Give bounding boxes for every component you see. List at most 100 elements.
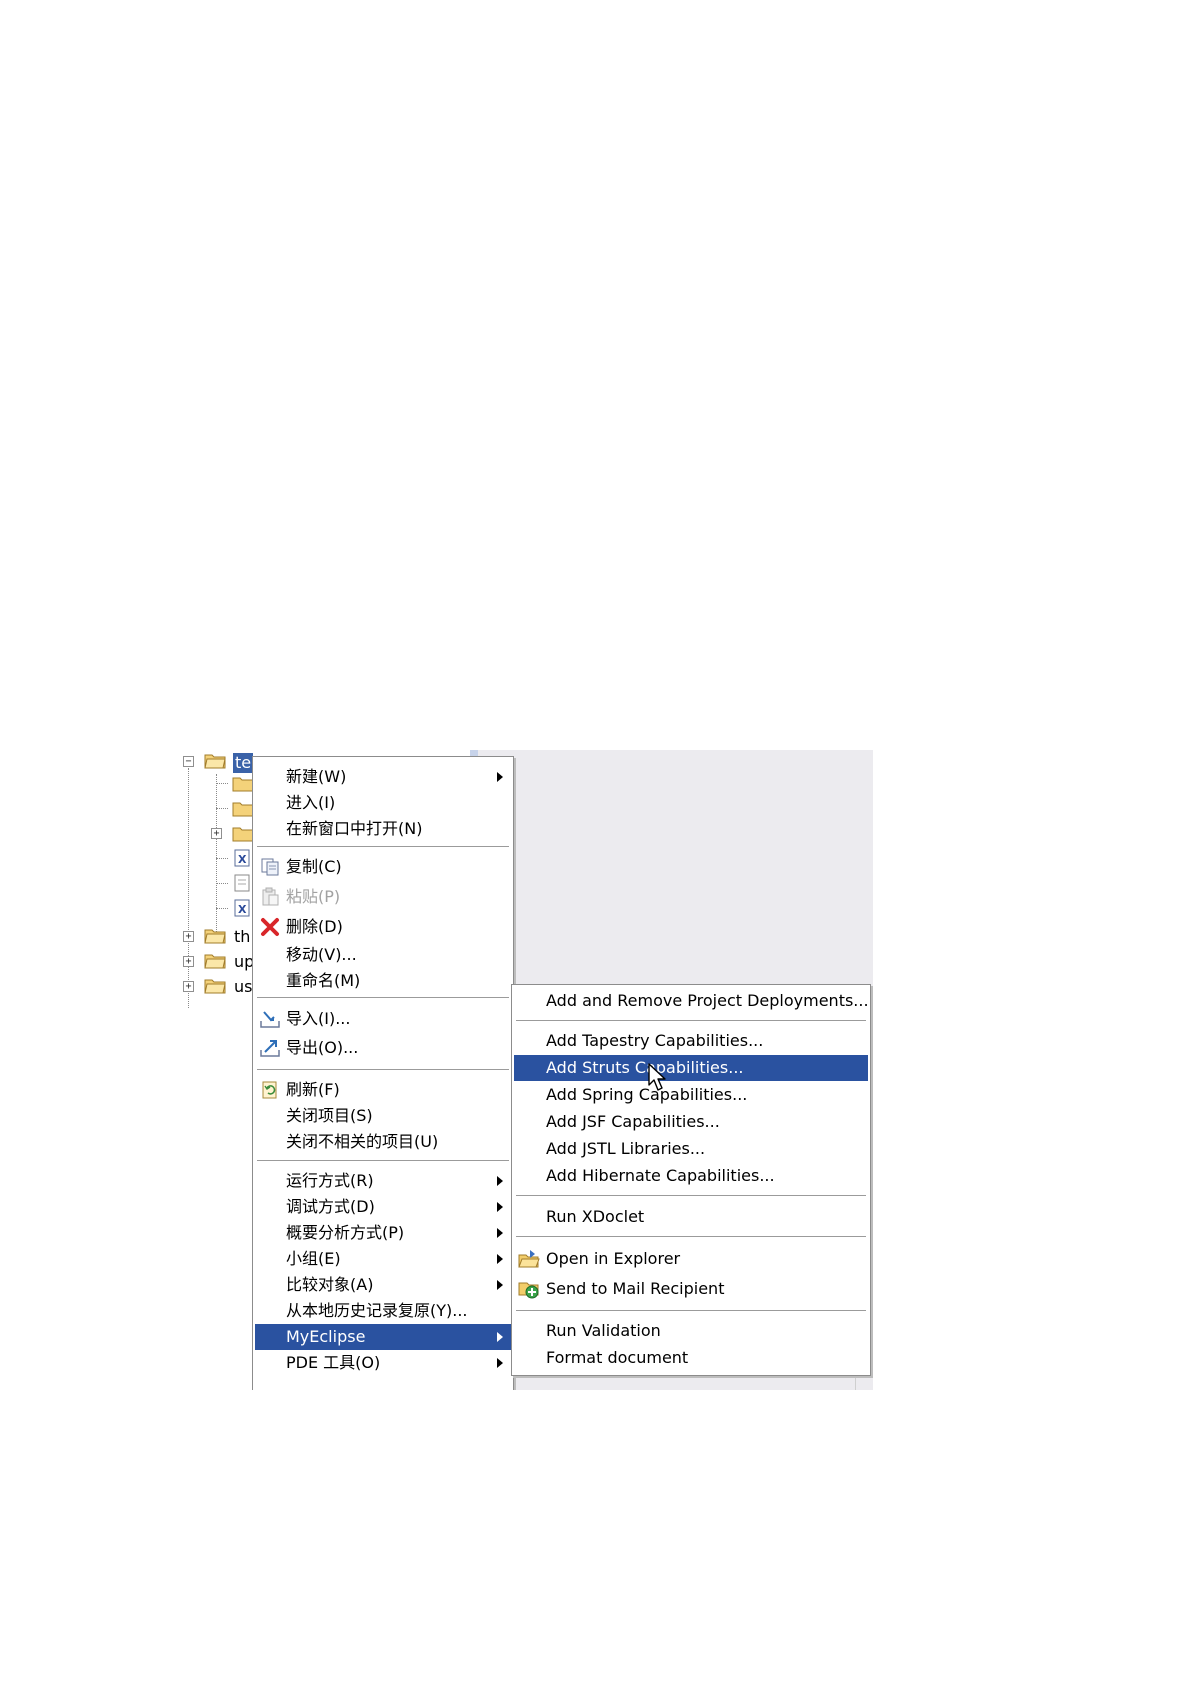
menu-item-open-in-new-window[interactable]: 在新窗口中打开(N) [255,816,511,842]
tree-connector [216,858,228,859]
menu-item-refresh[interactable]: 刷新(F) [255,1077,511,1103]
copy-icon [261,858,279,876]
expand-icon[interactable]: + [183,931,194,942]
project-folder-icon [204,754,226,769]
tree-guide-line [216,774,217,934]
menu-separator [516,1020,866,1022]
menu-item-restore-from-local-history[interactable]: 从本地历史记录复原(Y)... [255,1298,511,1324]
collapse-icon[interactable]: − [183,756,194,767]
submenu-item-add-hibernate[interactable]: Add Hibernate Capabilities... [514,1163,868,1189]
mouse-cursor-icon [648,1063,666,1091]
menu-item-close-project[interactable]: 关闭项目(S) [255,1103,511,1129]
menu-item-label: 导入(I)... [286,1009,351,1028]
menu-item-label: Add and Remove Project Deployments... [546,991,869,1010]
menu-item-myeclipse[interactable]: MyEclipse [255,1324,511,1350]
submenu-item-add-spring[interactable]: Add Spring Capabilities... [514,1082,868,1108]
menu-item-label: 概要分析方式(P) [286,1223,405,1242]
menu-item-label: Run XDoclet [546,1207,645,1226]
menu-item-paste[interactable]: 粘贴(P) [255,884,511,910]
folder-icon [232,802,254,817]
menu-item-label: Add JSF Capabilities... [546,1112,720,1131]
context-menu: 新建(W) 进入(I) 在新窗口中打开(N) 复制(C) 粘贴(P) 删除(D)… [252,756,514,1390]
submenu-item-send-to-mail[interactable]: Send to Mail Recipient [514,1276,868,1302]
menu-item-label: Send to Mail Recipient [546,1279,725,1298]
menu-item-label: 刷新(F) [286,1080,340,1099]
menu-item-label: Run Validation [546,1321,661,1340]
menu-item-compare-with[interactable]: 比较对象(A) [255,1272,511,1298]
menu-item-label: Open in Explorer [546,1249,681,1268]
menu-item-label: 小组(E) [286,1249,341,1268]
expand-icon[interactable]: + [183,956,194,967]
submenu-arrow-icon [497,1176,503,1186]
tree-connector [216,883,228,884]
menu-separator [257,1069,509,1071]
menu-item-label: 调试方式(D) [286,1197,375,1216]
menu-item-team[interactable]: 小组(E) [255,1246,511,1272]
folder-icon [232,777,254,792]
myeclipse-submenu: Add and Remove Project Deployments... Ad… [511,984,871,1376]
mail-recipient-icon [518,1282,539,1299]
menu-item-label: Add JSTL Libraries... [546,1139,706,1158]
package-explorer-tree: − te + X X + th + up + us [178,750,258,1010]
menu-item-export[interactable]: 导出(O)... [255,1035,511,1061]
submenu-item-run-validation[interactable]: Run Validation [514,1318,868,1344]
submenu-item-format-document[interactable]: Format document [514,1345,868,1371]
open-folder-icon [518,1250,540,1268]
tree-project-label[interactable]: th [234,927,250,947]
menu-separator [516,1310,866,1312]
menu-item-close-unrelated-projects[interactable]: 关闭不相关的项目(U) [255,1129,511,1155]
menu-item-label: 删除(D) [286,917,343,936]
submenu-item-open-in-explorer[interactable]: Open in Explorer [514,1246,868,1272]
menu-item-label: 关闭项目(S) [286,1106,373,1125]
folder-icon [232,827,254,842]
menu-separator [257,1160,509,1162]
submenu-arrow-icon [497,772,503,782]
tree-connector [216,808,228,809]
menu-item-label: 在新窗口中打开(N) [286,819,423,838]
svg-text:X: X [238,903,247,916]
menu-item-move[interactable]: 移动(V)... [255,942,511,968]
menu-item-label: 新建(W) [286,767,347,786]
submenu-item-add-jsf[interactable]: Add JSF Capabilities... [514,1109,868,1135]
menu-item-label: MyEclipse [286,1327,366,1346]
menu-item-label: 移动(V)... [286,945,357,964]
submenu-arrow-icon [497,1254,503,1264]
submenu-item-add-jstl[interactable]: Add JSTL Libraries... [514,1136,868,1162]
menu-item-label: Add Struts Capabilities... [546,1058,744,1077]
submenu-arrow-icon [497,1332,503,1342]
delete-icon [261,918,279,936]
submenu-item-run-xdoclet[interactable]: Run XDoclet [514,1204,868,1230]
menu-item-rename[interactable]: 重命名(M) [255,968,511,994]
menu-item-pde-tools[interactable]: PDE 工具(O) [255,1350,511,1376]
menu-item-label: 关闭不相关的项目(U) [286,1132,439,1151]
svg-text:X: X [238,853,247,866]
expand-icon[interactable]: + [183,981,194,992]
submenu-item-add-struts[interactable]: Add Struts Capabilities... [514,1055,868,1081]
menu-item-label: 导出(O)... [286,1038,359,1057]
submenu-item-add-tapestry[interactable]: Add Tapestry Capabilities... [514,1028,868,1054]
submenu-arrow-icon [497,1280,503,1290]
tree-project-label[interactable]: us [234,977,252,997]
menu-separator [516,1195,866,1197]
menu-item-label: 重命名(M) [286,971,361,990]
menu-item-label: 粘贴(P) [286,887,341,906]
menu-item-copy[interactable]: 复制(C) [255,854,511,880]
menu-item-label: 运行方式(R) [286,1171,374,1190]
refresh-icon [262,1081,277,1099]
menu-item-delete[interactable]: 删除(D) [255,914,511,940]
menu-item-profile-as[interactable]: 概要分析方式(P) [255,1220,511,1246]
menu-item-run-as[interactable]: 运行方式(R) [255,1168,511,1194]
submenu-arrow-icon [497,1228,503,1238]
expand-icon[interactable]: + [211,828,222,839]
menu-item-import[interactable]: 导入(I)... [255,1006,511,1032]
tree-guide-line [188,768,189,1008]
menu-item-label: Format document [546,1348,689,1367]
menu-item-debug-as[interactable]: 调试方式(D) [255,1194,511,1220]
menu-item-new[interactable]: 新建(W) [255,764,511,790]
submenu-item-project-deployments[interactable]: Add and Remove Project Deployments... [514,988,869,1014]
project-folder-icon [204,954,226,969]
tree-root-label[interactable]: te [233,753,254,773]
menu-item-go-into[interactable]: 进入(I) [255,790,511,816]
menu-item-label: 复制(C) [286,857,342,876]
menu-item-label: Add Tapestry Capabilities... [546,1031,764,1050]
